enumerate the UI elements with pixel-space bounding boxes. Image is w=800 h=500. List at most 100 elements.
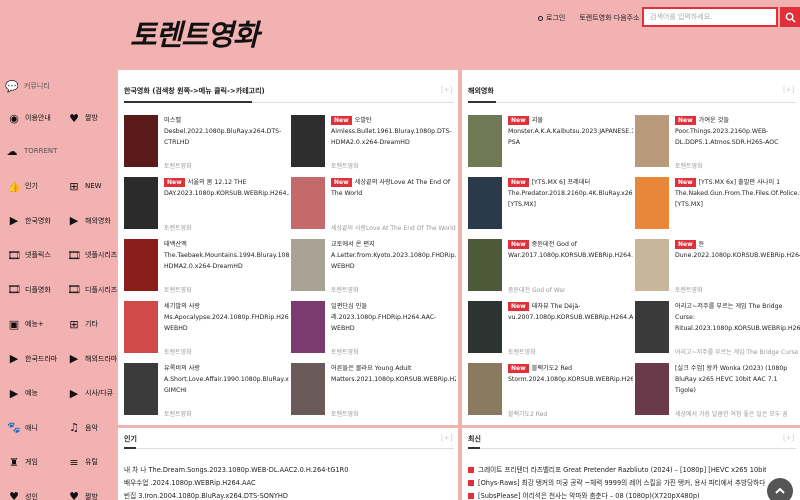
site-logo[interactable]: 토렌트영화 <box>130 12 259 54</box>
movie-title[interactable]: New 데자뷰 The Déjà-vu.2007.1080p.KORSUB.WEB… <box>508 301 633 323</box>
movie-item[interactable]: New 데자뷰 The Déjà-vu.2007.1080p.KORSUB.WEB… <box>468 301 633 363</box>
sidebar-item[interactable]: 🐾 애니 <box>7 422 38 434</box>
sidebar-item[interactable]: ⊞ NEW <box>68 180 101 192</box>
movie-title[interactable]: 어른들은 몰라요 Young Adult Matters.2021.1080p.… <box>331 363 456 385</box>
movie-poster[interactable] <box>468 177 502 229</box>
sidebar-item[interactable]: ⊞ 기타 <box>68 318 98 330</box>
sidebar-item[interactable]: ♥ 성인 <box>8 491 38 500</box>
movie-item[interactable]: 교토에서 온 편지 A.Letter.from.Kyoto.2023.1080p.… <box>291 239 456 301</box>
movie-item[interactable]: [실크 수업] 왕카 Wonka (2023) (1080p BluRay x2… <box>635 363 800 425</box>
sidebar-item[interactable]: ♥ 짤방 <box>68 491 98 500</box>
sidebar-item-guide[interactable]: ◉ 이용안내 <box>8 112 51 124</box>
movie-title[interactable]: New [YTS.MX 6x] 출말판 사나이 1 The.Naked.Gun.Fr… <box>675 177 800 210</box>
sidebar-item[interactable]: 🎞 넷플릭스 <box>7 249 51 261</box>
login-link[interactable]: 로그인 <box>538 13 565 23</box>
movie-poster[interactable] <box>635 239 669 291</box>
movie-poster[interactable] <box>124 301 158 353</box>
movie-title[interactable]: New 세상끝의 사랑Love At The End Of The World <box>331 177 456 199</box>
sidebar-item[interactable]: 🎞 디플영화 <box>7 284 51 296</box>
movie-title[interactable]: New 괴물 Monster.A.K.A.Kaibutsu.2023.JAPANES… <box>508 115 633 148</box>
movie-poster[interactable] <box>468 301 502 353</box>
movie-title[interactable]: New 중듄데전 God of War.2017.1080p.KORSUB.WEB… <box>508 239 633 261</box>
movie-title[interactable]: New듄 Dune.2022.1080p.KORSUB.WEBRip.H264.A… <box>675 239 800 261</box>
scroll-top-button[interactable] <box>767 478 793 500</box>
movie-poster[interactable] <box>635 363 669 415</box>
sidebar-item[interactable]: 👍 인기 <box>7 180 38 192</box>
bookmark-link[interactable]: 토렌트영화 다음주소 <box>579 13 639 23</box>
movie-title[interactable]: 유록비의 사랑 A.Short.Love.Affair.1990.1080p.Bl… <box>164 363 289 396</box>
search-button[interactable] <box>780 7 800 27</box>
movie-title[interactable]: New 블랙기도2 Red Storm.2024.1080p.KORSUB.WEB… <box>508 363 633 385</box>
movie-title[interactable]: 일편단심 민들 레.2023.1080p.FHDRip.H264.AAC-WEBH… <box>331 301 456 334</box>
sidebar-item[interactable]: 🎞 넷플시리즈 <box>67 249 117 261</box>
latest-panel-title[interactable]: 최신 <box>468 434 481 444</box>
movie-item[interactable]: New [YTS.MX 6x] 출말판 사나이 1 The.Naked.Gun.Fr… <box>635 177 800 239</box>
movie-item[interactable]: 어리고~저주를 부르는 게임 The Bridge Curse: Ritual.… <box>635 301 800 363</box>
sidebar-item-gallery[interactable]: ♥ 짤방 <box>68 112 98 124</box>
movie-item[interactable]: 태백산맥 The.Taebaek.Mountains.1994.Bluray.10… <box>124 239 289 301</box>
sidebar-item[interactable]: ▣ 예능+ <box>8 318 44 330</box>
movie-poster[interactable] <box>124 239 158 291</box>
movie-poster[interactable] <box>635 115 669 167</box>
movie-item[interactable]: New 오발탄 Aimless.Bullet.1961.Bluray.1080p.D… <box>291 115 456 177</box>
movie-item[interactable]: New 세상끝의 사랑Love At The End Of The World 세상… <box>291 177 456 239</box>
korean-more-link[interactable]: [+] <box>441 86 452 94</box>
popular-item[interactable]: 빈집 3.Iron.2004.1080p.BluRay.x264.DTS-SON… <box>124 490 454 500</box>
movie-title[interactable]: New [YTS.MX 6] 프레데터 The.Predator.2018.2160… <box>508 177 633 210</box>
movie-poster[interactable] <box>291 115 325 167</box>
movie-poster[interactable] <box>124 115 158 167</box>
movie-title[interactable]: New 가여운 것들 Poor.Things.2023.2160p.WEB-DL.D… <box>675 115 800 148</box>
movie-poster[interactable] <box>291 363 325 415</box>
movie-item[interactable]: 유록비의 사랑 A.Short.Love.Affair.1990.1080p.Bl… <box>124 363 289 425</box>
movie-poster[interactable] <box>291 177 325 229</box>
movie-poster[interactable] <box>291 301 325 353</box>
movie-item[interactable]: New 괴물 Monster.A.K.A.Kaibutsu.2023.JAPANES… <box>468 115 633 177</box>
latest-item[interactable]: [SubsPlease] 어리석은 천사는 악마와 춤춘다 – 08 (1080… <box>468 490 766 500</box>
sidebar-item[interactable]: ♫ 음악 <box>68 422 98 434</box>
sidebar-item[interactable]: 🎞 디플시리즈 <box>67 284 117 296</box>
movie-item[interactable]: New 가여운 것들 Poor.Things.2023.2160p.WEB-DL.D… <box>635 115 800 177</box>
sidebar-item[interactable]: ≡ 유틸 <box>68 456 98 468</box>
foreign-panel-title[interactable]: 해외영화 <box>468 86 494 96</box>
movie-title[interactable]: 세기말의 사랑 Ms.Apocalypse.2024.1080p.FHDRip.H… <box>164 301 289 334</box>
popular-item[interactable]: 배우수업 .2024.1080p.WEBRip.H264.AAC <box>124 477 454 487</box>
movie-title[interactable]: 미스벨 Desbel.2022.1080p.BluRay.x264.DTS-CTR… <box>164 115 289 148</box>
movie-poster[interactable] <box>468 363 502 415</box>
movie-title[interactable]: New 서울의 봄 12.12 THE DAY.2023.1080p.KORSUB… <box>164 177 289 199</box>
latest-more-link[interactable]: [+] <box>783 434 794 442</box>
movie-item[interactable]: 일편단심 민들 레.2023.1080p.FHDRip.H264.AAC-WEBH… <box>291 301 456 363</box>
movie-item[interactable]: New 서울의 봄 12.12 THE DAY.2023.1080p.KORSUB… <box>124 177 289 239</box>
popular-item[interactable]: 내 차 나 The.Dream.Songs.2023.1080p.WEB-DL.… <box>124 464 454 474</box>
movie-title[interactable]: New 오발탄 Aimless.Bullet.1961.Bluray.1080p.D… <box>331 115 456 148</box>
korean-panel-title[interactable]: 한국영화 (검색창 원쪽->메뉴 클릭->카테고리) <box>124 86 265 96</box>
foreign-more-link[interactable]: [+] <box>783 86 794 94</box>
movie-item[interactable]: New 블랙기도2 Red Storm.2024.1080p.KORSUB.WEB… <box>468 363 633 425</box>
movie-poster[interactable] <box>124 177 158 229</box>
sidebar-item[interactable]: ▶ 시사/다큐 <box>68 387 113 399</box>
movie-poster[interactable] <box>291 239 325 291</box>
movie-item[interactable]: 세기말의 사랑 Ms.Apocalypse.2024.1080p.FHDRip.H… <box>124 301 289 363</box>
sidebar-item[interactable]: ▶ 예능 <box>8 387 38 399</box>
movie-item[interactable]: New [YTS.MX 6] 프레데터 The.Predator.2018.2160… <box>468 177 633 239</box>
latest-item[interactable]: [Ohys-Raws] 최강 탱커의 미궁 공략 ~체력 9999의 레어 스킬… <box>468 477 766 487</box>
movie-poster[interactable] <box>635 177 669 229</box>
movie-item[interactable]: New 중듄데전 God of War.2017.1080p.KORSUB.WEB… <box>468 239 633 301</box>
sidebar-item[interactable]: ▶ 한국드라마 <box>8 353 57 365</box>
movie-poster[interactable] <box>124 363 158 415</box>
popular-more-link[interactable]: [+] <box>441 434 452 442</box>
latest-item[interactable]: 그레이트 프리텐더 라즈벨리포 Great Pretender Razbliut… <box>468 464 766 474</box>
search-input[interactable]: 검색어를 입력하세요. <box>642 7 778 27</box>
movie-poster[interactable] <box>468 115 502 167</box>
movie-item[interactable]: 미스벨 Desbel.2022.1080p.BluRay.x264.DTS-CTR… <box>124 115 289 177</box>
movie-title[interactable]: [실크 수업] 왕카 Wonka (2023) (1080p BluRay x2… <box>675 363 800 396</box>
popular-panel-title[interactable]: 인기 <box>124 434 137 444</box>
movie-item[interactable]: 어른들은 몰라요 Young Adult Matters.2021.1080p.… <box>291 363 456 425</box>
sidebar-item[interactable]: ▶ 해외드라마 <box>68 353 117 365</box>
movie-title[interactable]: 교토에서 온 편지 A.Letter.from.Kyoto.2023.1080p.… <box>331 239 456 272</box>
movie-title[interactable]: 어리고~저주를 부르는 게임 The Bridge Curse: Ritual.… <box>675 301 800 334</box>
sidebar-item[interactable]: ▶ 한국영화 <box>8 215 51 227</box>
movie-poster[interactable] <box>635 301 669 353</box>
sidebar-item[interactable]: ♜ 게임 <box>8 456 38 468</box>
sidebar-item[interactable]: ▶ 해외영화 <box>68 215 111 227</box>
movie-title[interactable]: 태백산맥 The.Taebaek.Mountains.1994.Bluray.10… <box>164 239 289 272</box>
